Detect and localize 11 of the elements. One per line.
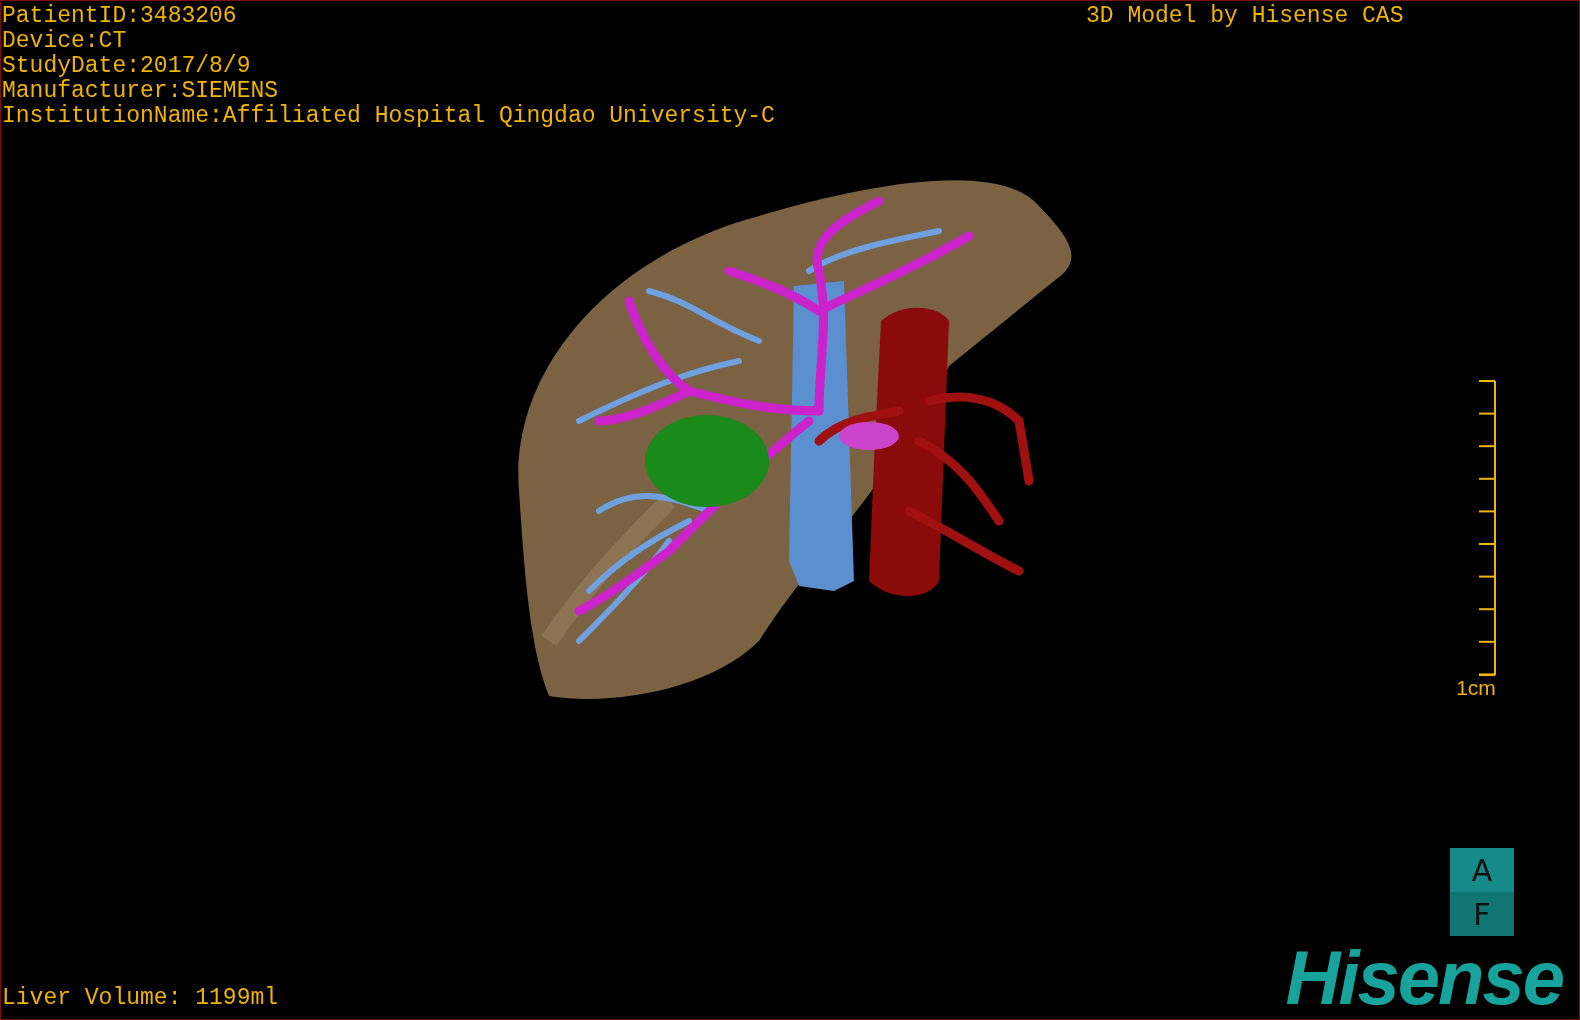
patient-info-text: Device:CT (2, 29, 128, 54)
scale-label: 1cm (1456, 677, 1496, 699)
logo-text: Hisense (1285, 939, 1564, 1017)
patient-info-text: PatientID:3483206 (2, 4, 238, 29)
orientation-cube-face[interactable]: A (1450, 848, 1514, 892)
orientation-cube-face[interactable]: F (1450, 892, 1514, 936)
patient-info-text: Manufacturer:SIEMENS (2, 79, 280, 104)
liver-volume-text: Liver Volume: 1199ml (2, 986, 279, 1011)
patient-info-text: StudyDate:2017/8/9 (2, 54, 252, 79)
patient-info-text: InstitutionName:Affiliated Hospital Qingdao University-C (2, 104, 775, 129)
credit-text: 3D Model by Hisense CAS (1086, 4, 1404, 29)
